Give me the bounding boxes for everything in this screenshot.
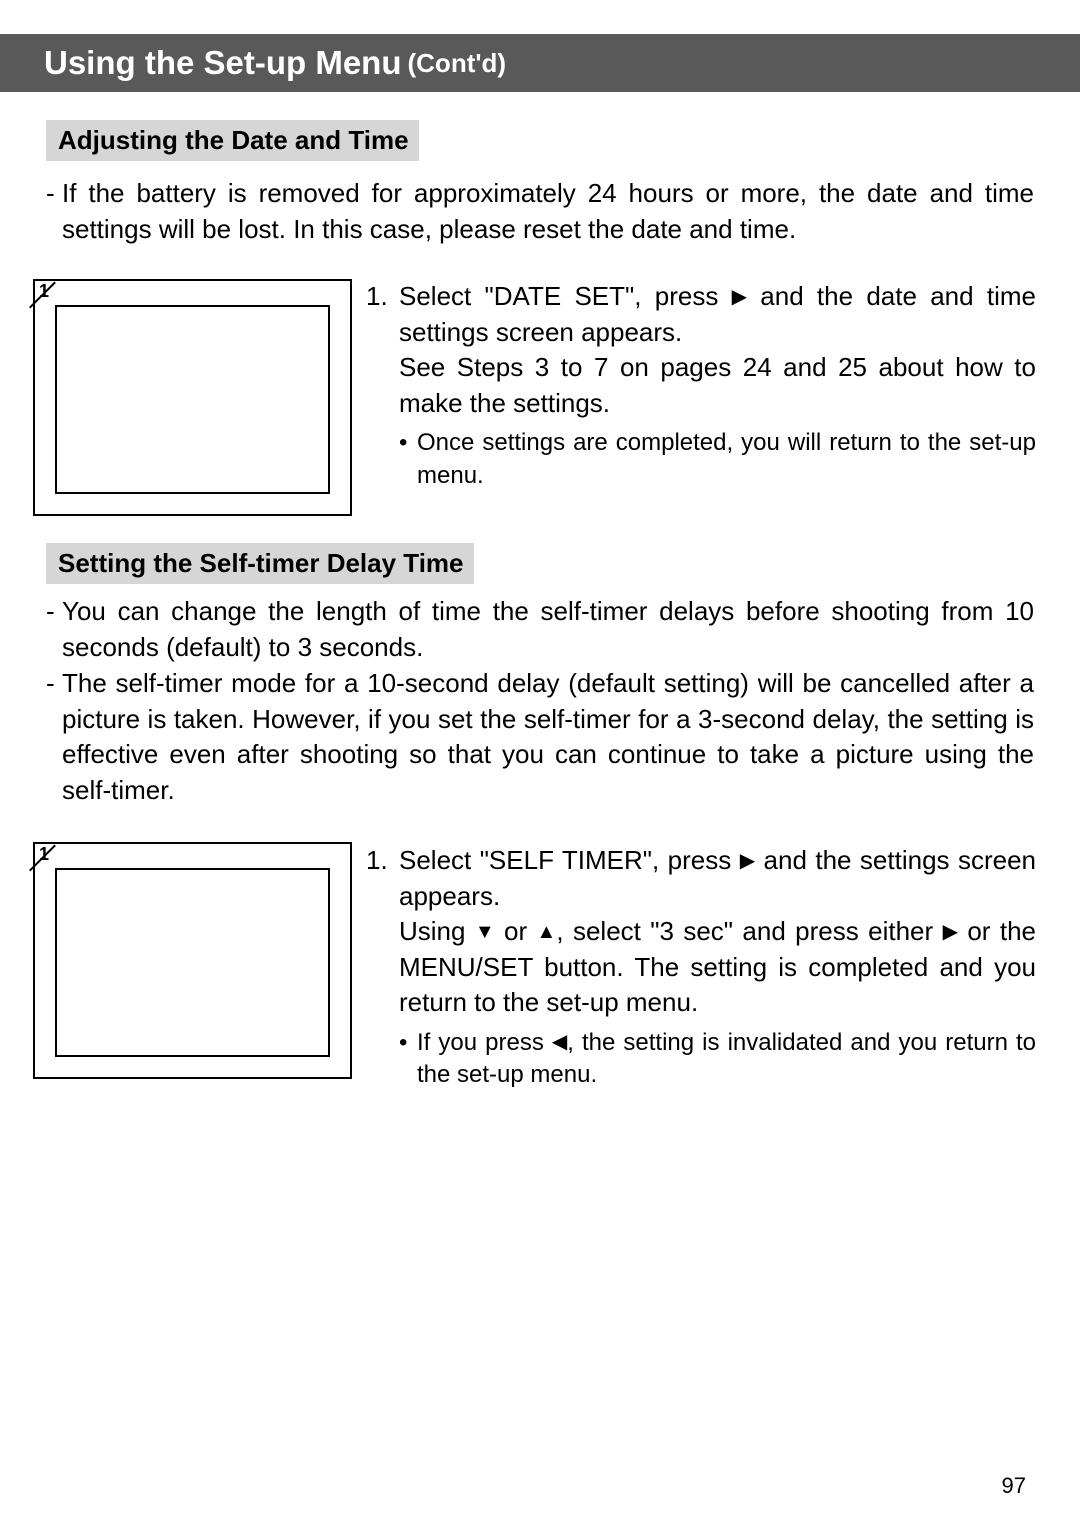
- dash-icon: -: [46, 594, 62, 665]
- section2-step-line1a: Select "SELF TIMER", press: [399, 845, 740, 875]
- section1-step-line2: See Steps 3 to 7 on pages 24 and 25 abou…: [366, 350, 1036, 421]
- section2-step-line2b: or: [495, 916, 537, 946]
- section2-bullet-text: If you press ◀, the setting is invalidat…: [417, 1027, 1036, 1092]
- section1-bullet: • Once settings are completed, you will …: [366, 427, 1036, 492]
- figure-1a: 1: [33, 279, 352, 516]
- dash-icon: -: [46, 666, 62, 808]
- figure-inner-frame: [55, 305, 330, 494]
- section2-bullet: • If you press ◀, the setting is invalid…: [366, 1027, 1036, 1092]
- section2-step-line2a: Using: [399, 916, 475, 946]
- section2-intro1-text: You can change the length of time the se…: [62, 594, 1034, 665]
- section2-step: 1. Select "SELF TIMER", press ▶ and the …: [366, 843, 1036, 1092]
- section1-step-line1a: Select "DATE SET", press: [399, 281, 732, 311]
- figure-number: 1: [39, 281, 49, 302]
- section1-intro-text: If the battery is removed for approximat…: [62, 176, 1034, 247]
- section2-step-line1: Select "SELF TIMER", press ▶ and the set…: [399, 843, 1036, 914]
- section1-heading: Adjusting the Date and Time: [46, 120, 419, 161]
- page-number: 97: [1002, 1473, 1026, 1499]
- page-title-sub: (Cont'd): [408, 48, 507, 79]
- bullet-icon: •: [399, 427, 417, 492]
- manual-page: Using the Set-up Menu (Cont'd) Adjusting…: [0, 0, 1080, 1521]
- section2-intro2-text: The self-timer mode for a 10-second dela…: [62, 666, 1034, 808]
- section1-intro: - If the battery is removed for approxim…: [46, 176, 1034, 247]
- bullet-icon: •: [399, 1027, 417, 1092]
- dash-icon: -: [46, 176, 62, 247]
- section2-heading-wrap: Setting the Self-timer Delay Time: [46, 543, 474, 584]
- title-bar: Using the Set-up Menu (Cont'd): [0, 34, 1080, 92]
- section2-intro2: - The self-timer mode for a 10-second de…: [46, 666, 1034, 808]
- section2-step-line2c: , select "3 sec" and press either: [556, 916, 942, 946]
- page-title-main: Using the Set-up Menu: [44, 44, 402, 82]
- section1-step-line1: Select "DATE SET", press ▶ and the date …: [399, 279, 1036, 350]
- figure-1b: 1: [33, 842, 352, 1079]
- section2-step-line2: Using ▼ or ▲, select "3 sec" and press e…: [366, 914, 1036, 1021]
- section2-intro1: - You can change the length of time the …: [46, 594, 1034, 665]
- section1-heading-wrap: Adjusting the Date and Time: [46, 120, 419, 161]
- figure-inner-frame: [55, 868, 330, 1057]
- figure-number: 1: [39, 844, 49, 865]
- section2-heading: Setting the Self-timer Delay Time: [46, 543, 474, 584]
- step-number: 1.: [366, 843, 399, 914]
- section1-bullet-text: Once settings are completed, you will re…: [417, 427, 1036, 492]
- step-number: 1.: [366, 279, 399, 350]
- section1-step: 1. Select "DATE SET", press ▶ and the da…: [366, 279, 1036, 492]
- section2-bullet-a: If you press: [417, 1029, 552, 1056]
